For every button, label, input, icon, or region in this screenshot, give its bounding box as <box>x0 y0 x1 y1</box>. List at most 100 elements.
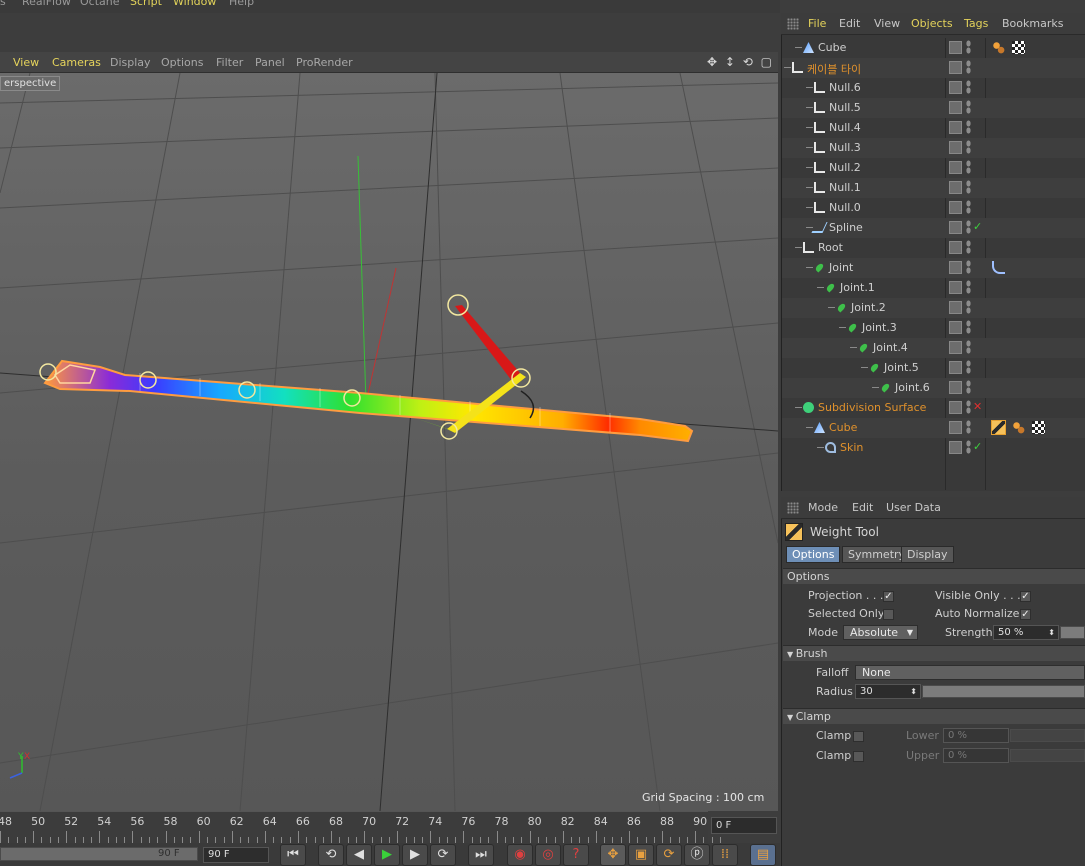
layer-visibility-toggle[interactable] <box>949 161 962 174</box>
object-name[interactable]: Joint.1 <box>840 281 875 294</box>
object-name[interactable]: Joint.3 <box>862 321 897 334</box>
object-name[interactable]: Joint <box>829 261 853 274</box>
main-menu-item[interactable]: s <box>0 0 6 8</box>
radius-slider[interactable] <box>922 685 1085 698</box>
auto-normalize-checkbox[interactable]: ✓ <box>1020 609 1031 620</box>
layer-visibility-toggle[interactable] <box>949 61 962 74</box>
object-name[interactable]: Joint.4 <box>873 341 908 354</box>
object-row[interactable]: Cube <box>782 38 1085 58</box>
range-end-field[interactable]: 90 F <box>203 847 269 863</box>
camera-label[interactable]: erspective <box>0 76 61 91</box>
editor-render-dots[interactable] <box>966 220 971 234</box>
object-name[interactable]: Null.0 <box>829 201 861 214</box>
strength-slider[interactable] <box>1060 626 1085 639</box>
object-row[interactable]: Joint.5 <box>782 358 1085 378</box>
next-frame-icon[interactable]: ▶ <box>402 844 428 866</box>
selected-only-checkbox[interactable] <box>883 609 894 620</box>
object-name[interactable]: Subdivision Surface <box>818 401 926 414</box>
object-row[interactable]: 케이블 타이 <box>782 58 1085 78</box>
main-menu-item[interactable]: Help <box>229 0 254 8</box>
grip-icon[interactable] <box>787 502 799 514</box>
layer-visibility-toggle[interactable] <box>949 361 962 374</box>
editor-render-dots[interactable] <box>966 280 971 294</box>
editor-render-dots[interactable] <box>966 240 971 254</box>
scale-key-icon[interactable]: ▣ <box>628 844 654 866</box>
keyframe-selection-icon[interactable]: ? <box>563 844 589 866</box>
object-row[interactable]: Spline ✓ <box>782 218 1085 238</box>
layer-visibility-toggle[interactable] <box>949 221 962 234</box>
object-name[interactable]: Cube <box>818 41 846 54</box>
object-name[interactable]: Null.2 <box>829 161 861 174</box>
brush-section-header[interactable]: ▼ Brush <box>783 645 1085 661</box>
object-name[interactable]: Null.1 <box>829 181 861 194</box>
object-name[interactable]: Joint.6 <box>895 381 930 394</box>
projection-checkbox[interactable]: ✓ <box>883 591 894 602</box>
object-name[interactable]: Spline <box>829 221 863 234</box>
object-row[interactable]: Root <box>782 238 1085 258</box>
editor-render-dots[interactable] <box>966 260 971 274</box>
lower-slider[interactable] <box>1010 729 1085 742</box>
attribute-menu-item[interactable]: Edit <box>852 501 873 514</box>
next-key-icon[interactable]: ⟳ <box>430 844 456 866</box>
falloff-dropdown[interactable]: None <box>855 665 1085 680</box>
object-row[interactable]: Null.3 <box>782 138 1085 158</box>
layer-visibility-toggle[interactable] <box>949 281 962 294</box>
object-name[interactable]: Cube <box>829 421 857 434</box>
editor-render-dots[interactable] <box>966 320 971 334</box>
viewport-menu-item[interactable]: ProRender <box>296 56 353 69</box>
object-name[interactable]: Null.3 <box>829 141 861 154</box>
viewport-menu-item[interactable]: View <box>13 56 39 69</box>
clamp-upper-checkbox[interactable] <box>853 751 864 762</box>
object-row[interactable]: Null.0 <box>782 198 1085 218</box>
stepper-icon[interactable]: ⬍ <box>1048 626 1055 639</box>
timeline-window-icon[interactable]: ▤ <box>750 844 776 866</box>
layer-visibility-toggle[interactable] <box>949 121 962 134</box>
object-row[interactable]: Null.4 <box>782 118 1085 138</box>
grip-icon[interactable] <box>787 18 799 30</box>
layer-visibility-toggle[interactable] <box>949 181 962 194</box>
layer-visibility-toggle[interactable] <box>949 261 962 274</box>
checker-tag-icon[interactable] <box>1032 421 1045 434</box>
options-section-header[interactable]: Options <box>783 568 1085 584</box>
layer-visibility-toggle[interactable] <box>949 341 962 354</box>
radius-field[interactable]: 30 ⬍ <box>855 684 921 699</box>
ik-tag-icon[interactable] <box>992 261 1005 274</box>
editor-render-dots[interactable] <box>966 100 971 114</box>
layer-visibility-toggle[interactable] <box>949 141 962 154</box>
object-row[interactable]: Null.1 <box>782 178 1085 198</box>
play-icon[interactable]: ▶ <box>374 844 400 866</box>
object-name[interactable]: Null.6 <box>829 81 861 94</box>
object-row[interactable]: Joint.4 <box>782 338 1085 358</box>
editor-render-dots[interactable] <box>966 340 971 354</box>
pla-key-icon[interactable]: ⁞⁞ <box>712 844 738 866</box>
autokey-icon[interactable]: ◎ <box>535 844 561 866</box>
upper-slider[interactable] <box>1010 749 1085 762</box>
strength-field[interactable]: 50 % ⬍ <box>993 625 1059 640</box>
layer-visibility-toggle[interactable] <box>949 401 962 414</box>
layer-visibility-toggle[interactable] <box>949 201 962 214</box>
object-menu-item[interactable]: File <box>808 17 826 30</box>
material-dots-tag-icon[interactable] <box>992 41 1005 54</box>
object-menu-item[interactable]: View <box>874 17 900 30</box>
current-frame-field[interactable]: 0 F <box>711 817 777 834</box>
mode-dropdown[interactable]: Absolute ▼ <box>843 625 918 640</box>
object-name[interactable]: Joint.5 <box>884 361 919 374</box>
prev-key-icon[interactable]: ⟲ <box>318 844 344 866</box>
object-menu-item[interactable]: Objects <box>911 17 953 30</box>
clamp-lower-checkbox[interactable] <box>853 731 864 742</box>
object-name[interactable]: 케이블 타이 <box>807 61 861 77</box>
visible-only-checkbox[interactable]: ✓ <box>1020 591 1031 602</box>
layer-visibility-toggle[interactable] <box>949 441 962 454</box>
editor-render-dots[interactable] <box>966 80 971 94</box>
object-menu-item[interactable]: Bookmarks <box>1002 17 1063 30</box>
main-menu-item[interactable]: Octane <box>80 0 120 8</box>
lower-field[interactable]: 0 % <box>943 728 1009 743</box>
object-row[interactable]: Joint.6 <box>782 378 1085 398</box>
record-icon[interactable]: ◉ <box>507 844 533 866</box>
main-menu-item[interactable]: Script <box>130 0 162 8</box>
viewport-menu-item[interactable]: Display <box>110 56 151 69</box>
editor-render-dots[interactable] <box>966 120 971 134</box>
layer-visibility-toggle[interactable] <box>949 101 962 114</box>
object-menu-item[interactable]: Edit <box>839 17 860 30</box>
viewport-menu-item[interactable]: Panel <box>255 56 285 69</box>
